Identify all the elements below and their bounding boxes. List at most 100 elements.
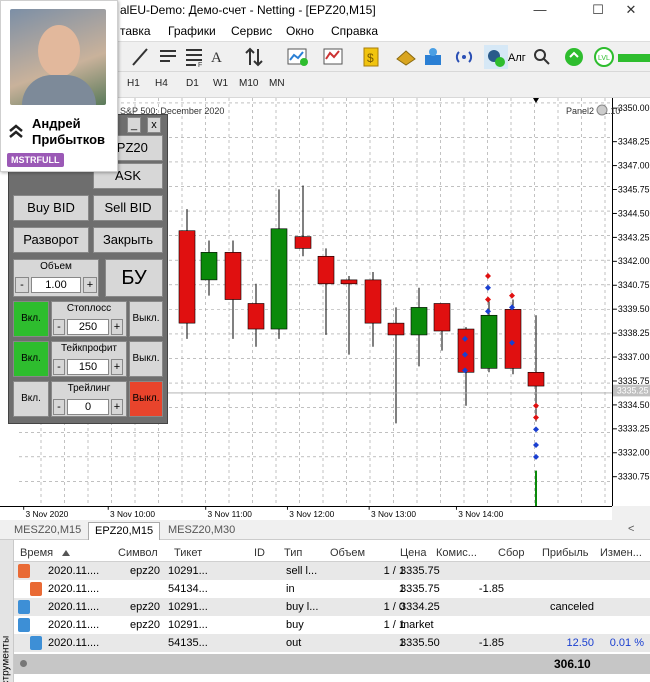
autoscroll-icon[interactable] [596,104,608,116]
algo-trading-icon[interactable] [484,45,508,69]
toolbox-panel: струменты Время Символ Тикет ID Тип Объе… [0,540,650,682]
sell-bid-button[interactable]: Sell BID [93,195,163,221]
avatar-face [38,25,80,77]
tf-mn[interactable]: MN [269,78,285,89]
search-icon[interactable] [530,45,554,69]
cell-ticket: 10291... [168,619,208,631]
period-separator-icon [533,98,539,103]
trailing-off-button[interactable]: Выкл. [129,381,163,417]
tf-d1[interactable]: D1 [186,78,199,89]
col-volume[interactable]: Объем [330,547,365,559]
minimize-button[interactable]: — [518,0,562,20]
trade-marker [509,292,515,299]
col-symbol[interactable]: Символ [118,547,158,559]
horizontal-lines-icon[interactable] [156,45,180,69]
candle-body [270,228,288,330]
trendline-icon[interactable] [128,45,152,69]
tf-h1[interactable]: H1 [127,78,140,89]
menu-window[interactable]: Окно [286,24,314,38]
avatar-body [22,75,96,105]
tab-mesz20-m30[interactable]: MESZ20,M30 [162,522,241,540]
candle-body [480,314,498,369]
candle-body [527,371,545,387]
history-row[interactable]: 2020.11.... epz20 10291... sell l... 1 / 1 33… [14,562,650,580]
algo-trading-label[interactable]: Алг [508,52,526,64]
broadcast-icon[interactable] [452,45,476,69]
trailing-minus-button[interactable]: - [53,399,65,415]
takeprofit-off-button[interactable]: Выкл. [129,341,163,377]
arrows-icon[interactable] [242,45,266,69]
col-commission[interactable]: Комис... [436,547,477,559]
market-icon[interactable] [394,45,418,69]
price-tick-label: 3345.75 [618,184,650,194]
new-chart-icon[interactable] [286,45,310,69]
breakeven-button[interactable]: БУ [105,259,163,297]
tf-h4[interactable]: H4 [155,78,168,89]
col-type[interactable]: Тип [284,547,302,559]
trailing-plus-button[interactable]: + [111,399,123,415]
panel-close-button[interactable]: x [147,117,161,133]
menu-service[interactable]: Сервис [231,24,272,38]
update-icon[interactable] [562,45,586,69]
history-row[interactable]: 2020.11.... epz20 10291... buy l... 1 / 0 333… [14,598,650,616]
tab-mesz20-m15[interactable]: MESZ20,M15 [8,522,87,540]
tabs-scroll-right-icon[interactable]: < [628,523,634,535]
deal-icon [30,636,42,650]
tab-epz20-m15[interactable]: EPZ20,M15 [88,522,161,540]
stoploss-on-button[interactable]: Вкл. [13,301,49,337]
takeprofit-label: Тейкпрофит [60,343,117,354]
takeprofit-input[interactable]: 150 [67,359,109,375]
trailing-input[interactable]: 0 [67,399,109,415]
cell-price: 3335.50 [400,637,440,649]
candle-body [200,252,218,281]
indicators-icon[interactable] [322,45,346,69]
menu-charts[interactable]: Графики [168,24,216,38]
fibo-icon[interactable]: F [182,45,206,69]
svg-text:LVL: LVL [598,55,610,62]
deposit-icon[interactable]: $ [360,45,384,69]
history-row[interactable]: 2020.11.... 54134... in 1 3335.75 -1.85 [14,580,650,598]
col-id[interactable]: ID [254,547,265,559]
trailing-label: Трейлинг [67,383,111,394]
col-ticket[interactable]: Тикет [174,547,202,559]
history-row[interactable]: 2020.11.... epz20 10291... buy 1 / 1 market [14,616,650,634]
buy-bid-button[interactable]: Buy BID [13,195,89,221]
svg-text:F: F [198,62,202,69]
close-window-button[interactable]: ✕ [612,0,650,20]
svg-text:$: $ [367,51,374,65]
stoploss-input[interactable]: 250 [67,319,109,335]
candle-body [457,328,475,373]
volume-minus-button[interactable]: - [15,277,29,293]
panel-minimize-button[interactable]: _ [127,117,141,133]
takeprofit-minus-button[interactable]: - [53,359,65,375]
text-label-icon[interactable]: A [208,45,232,69]
cell-ticket: 54134... [168,583,208,595]
reverse-button[interactable]: Разворот [13,227,89,253]
volume-plus-button[interactable]: + [83,277,97,293]
toolbox-side-strip[interactable]: струменты [0,540,14,682]
stoploss-plus-button[interactable]: + [111,319,123,335]
cell-time: 2020.11.... [48,619,100,631]
trade-marker [485,296,491,303]
stoploss-minus-button[interactable]: - [53,319,65,335]
menu-insert[interactable]: тавка [120,24,151,38]
col-change[interactable]: Измен... [600,547,642,559]
close-position-button[interactable]: Закрыть [93,227,163,253]
tf-w1[interactable]: W1 [213,78,228,89]
volume-input[interactable]: 1.00 [31,277,81,293]
tf-m10[interactable]: M10 [239,78,258,89]
col-time[interactable]: Время [20,547,53,559]
stoploss-off-button[interactable]: Выкл. [129,301,163,337]
signals-icon[interactable] [422,45,446,69]
col-price[interactable]: Цена [400,547,426,559]
cell-ticket: 54135... [168,637,208,649]
col-fee[interactable]: Сбор [498,547,524,559]
history-row[interactable]: 2020.11.... 54135... out 1 3335.50 -1.85 12.50… [14,634,650,652]
level-icon[interactable]: LVL [592,45,616,69]
cell-profit: canceled [549,601,594,613]
col-profit[interactable]: Прибыль [542,547,589,559]
trailing-on-button[interactable]: Вкл. [13,381,49,417]
menu-help[interactable]: Справка [331,24,378,38]
takeprofit-plus-button[interactable]: + [111,359,123,375]
takeprofit-on-button[interactable]: Вкл. [13,341,49,377]
